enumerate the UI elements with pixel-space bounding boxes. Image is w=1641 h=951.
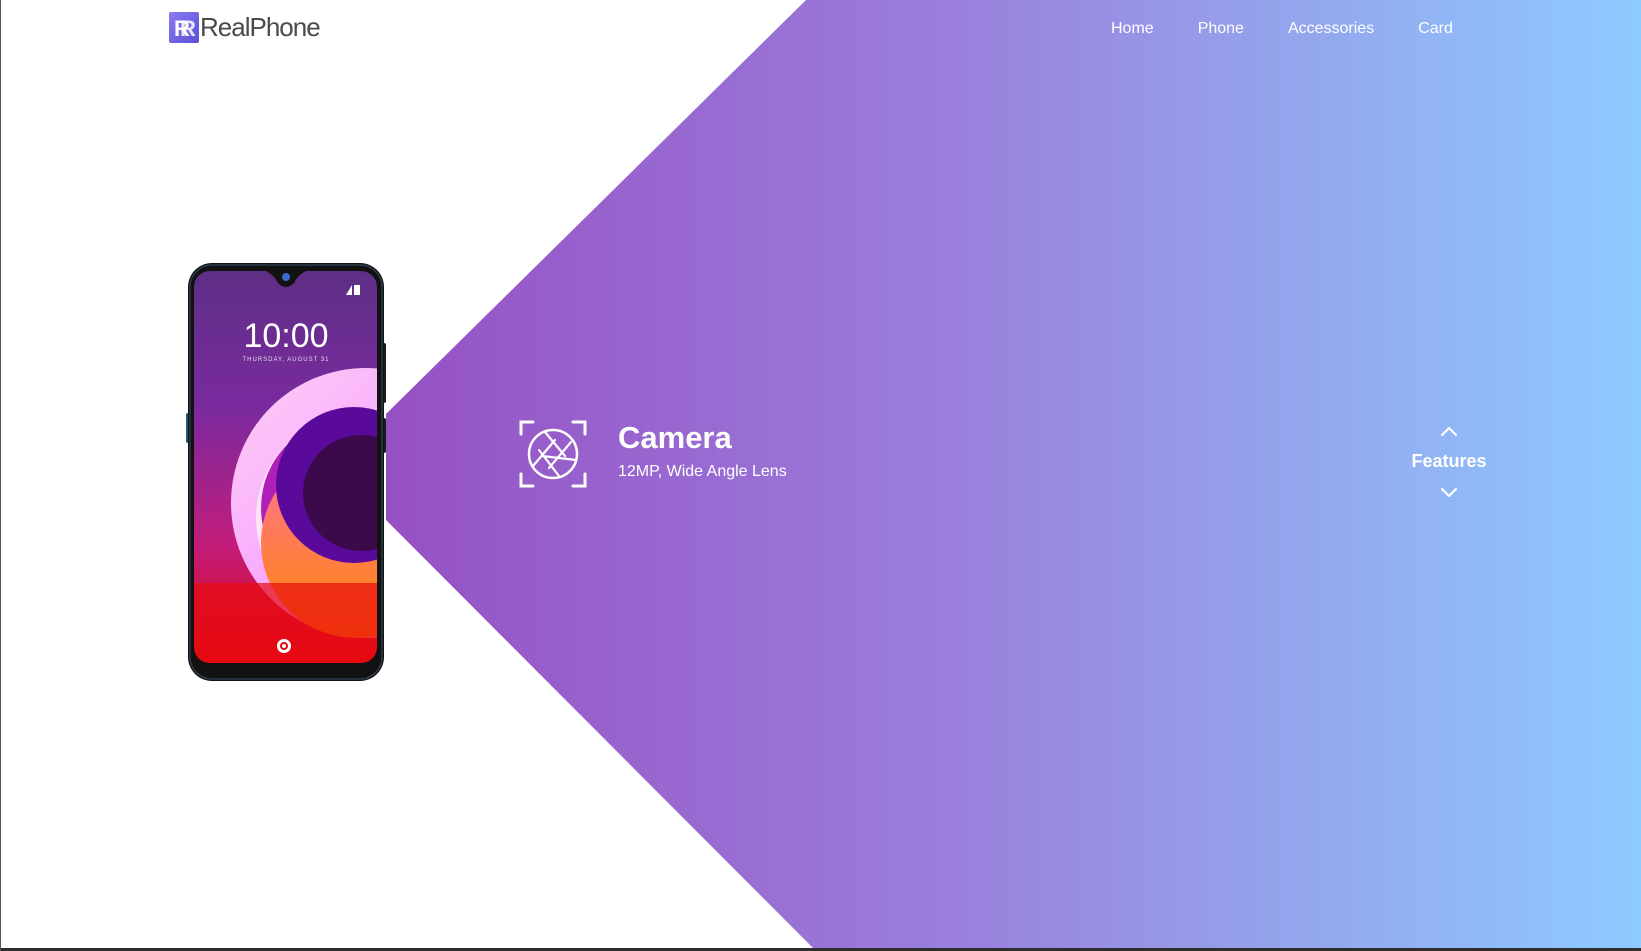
nav-item-accessories[interactable]: Accessories bbox=[1288, 19, 1374, 43]
feature-text-block: Camera 12MP, Wide Angle Lens bbox=[618, 419, 787, 482]
top-navigation: Home Phone Accessories Card bbox=[1111, 19, 1497, 43]
feature-description: 12MP, Wide Angle Lens bbox=[618, 463, 787, 480]
camera-aperture-icon bbox=[519, 420, 587, 488]
phone-clock: 10:00 bbox=[243, 317, 328, 355]
nav-item-phone[interactable]: Phone bbox=[1198, 19, 1244, 43]
logo-mark-letter-offset: R bbox=[180, 16, 196, 41]
phone-date: THURSDAY, AUGUST 31 bbox=[242, 357, 329, 363]
chevron-up-icon[interactable] bbox=[1439, 424, 1459, 438]
nav-item-card[interactable]: Card bbox=[1418, 19, 1453, 43]
feature-highlight: Camera 12MP, Wide Angle Lens bbox=[519, 420, 787, 488]
chevron-down-icon[interactable] bbox=[1439, 486, 1459, 500]
features-label: Features bbox=[1411, 451, 1487, 471]
brand-name: RealPhone bbox=[200, 12, 321, 42]
features-pager: Features bbox=[1399, 424, 1499, 500]
logo-mark-icon: R R bbox=[169, 12, 199, 43]
brand-logo[interactable]: R R RealPhone bbox=[169, 12, 321, 43]
nav-item-home[interactable]: Home bbox=[1111, 19, 1154, 43]
feature-title: Camera bbox=[618, 420, 732, 455]
phone-image: 10:00 THURSDAY, AUGUST 31 bbox=[186, 263, 386, 681]
